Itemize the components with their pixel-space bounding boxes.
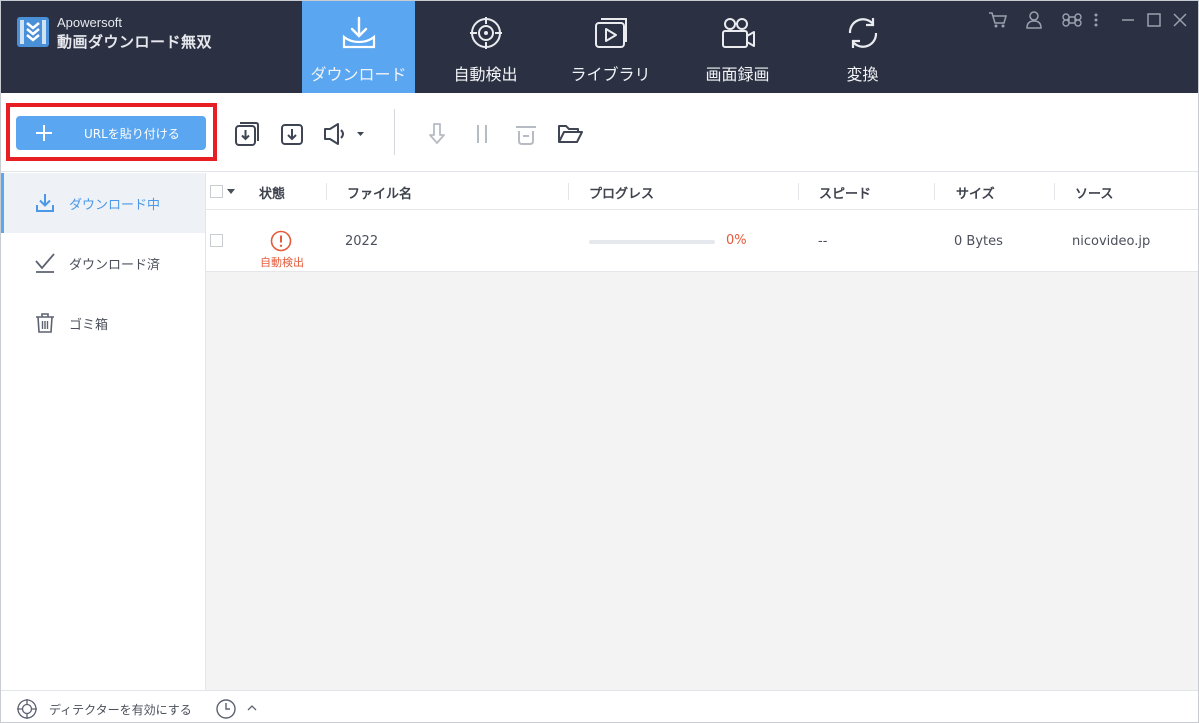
- header-progress[interactable]: プログレス: [589, 183, 654, 202]
- status-bar: ディテクターを有効にする: [1, 690, 1198, 722]
- sidebar-item-trash[interactable]: ゴミ箱: [1, 293, 205, 353]
- library-play-icon: [594, 18, 627, 48]
- resume-icon[interactable]: [423, 120, 451, 148]
- nav-tab-label: 自動検出: [453, 65, 518, 84]
- brand-company: Apowersoft: [57, 15, 123, 30]
- column-divider: [934, 183, 935, 200]
- command-icon: [1062, 13, 1082, 27]
- column-divider: [326, 183, 327, 200]
- source-cell: nicovideo.jp: [1072, 234, 1151, 249]
- nav-tab-download[interactable]: ダウンロード: [302, 1, 415, 93]
- paste-url-label: URLを貼り付ける: [84, 127, 180, 141]
- header-filename[interactable]: ファイル名: [347, 183, 412, 202]
- open-folder-icon[interactable]: [556, 120, 584, 148]
- nav-tab-label: 変換: [846, 65, 879, 84]
- paste-url-button[interactable]: URLを貼り付ける: [16, 116, 206, 150]
- nav-tab-recorder[interactable]: 画面録画: [681, 1, 794, 93]
- header-status[interactable]: 状態: [259, 183, 285, 202]
- target-icon: [469, 17, 502, 49]
- nav-tab-autodetect[interactable]: 自動検出: [429, 1, 542, 93]
- toolbar-separator: [394, 109, 395, 155]
- more-button[interactable]: [1089, 10, 1103, 30]
- downloading-icon: [36, 194, 54, 212]
- column-divider: [798, 183, 799, 200]
- convert-cycle-icon: [848, 18, 877, 48]
- downloaded-check-icon: [35, 253, 55, 273]
- clock-icon[interactable]: [215, 698, 237, 720]
- column-divider: [568, 183, 569, 200]
- sidebar-item-downloaded[interactable]: ダウンロード済: [1, 233, 205, 293]
- size-cell: 0 Bytes: [954, 234, 1003, 249]
- speaker-icon[interactable]: [321, 120, 367, 148]
- sidebar: ダウンロード中 ダウンロード済 ゴミ箱: [1, 173, 206, 690]
- download-list: 状態 ファイル名 プログレス スピード サイズ ソース 自動検出 2022 0%…: [206, 173, 1198, 690]
- account-button[interactable]: [1023, 10, 1045, 30]
- chevron-up-icon[interactable]: [246, 703, 258, 713]
- detector-target-icon[interactable]: [16, 698, 38, 720]
- header-size[interactable]: サイズ: [956, 183, 995, 202]
- brand-product: 動画ダウンロード無双: [57, 33, 213, 51]
- nav-tab-library[interactable]: ライブラリ: [554, 1, 667, 93]
- column-divider: [1054, 183, 1055, 200]
- sidebar-item-label: ゴミ箱: [69, 318, 109, 333]
- warning-icon: [270, 230, 292, 252]
- plus-icon: [36, 125, 52, 141]
- nav-tab-label: ライブラリ: [570, 65, 651, 84]
- table-row[interactable]: 自動検出 2022 0% -- 0 Bytes nicovideo.jp: [206, 210, 1198, 272]
- minimize-icon: [1122, 19, 1134, 21]
- filename-cell: 2022: [345, 234, 379, 249]
- maximize-button[interactable]: [1143, 10, 1165, 30]
- maximize-icon: [1147, 13, 1161, 27]
- chevron-down-icon[interactable]: [227, 189, 235, 195]
- status-text: 自動検出: [260, 256, 304, 269]
- sidebar-item-label: ダウンロード中: [69, 198, 161, 213]
- more-icon: [1094, 13, 1098, 27]
- close-button[interactable]: [1169, 10, 1191, 30]
- app-logo-icon: [17, 17, 49, 47]
- progress-percent: 0%: [726, 233, 747, 248]
- select-all-checkbox[interactable]: [210, 185, 223, 198]
- shortcut-button[interactable]: [1061, 10, 1083, 30]
- trash-icon: [36, 313, 54, 333]
- cart-button[interactable]: [987, 10, 1009, 30]
- sidebar-item-label: ダウンロード済: [69, 258, 161, 273]
- cart-icon: [989, 12, 1007, 28]
- close-icon: [1173, 13, 1187, 27]
- table-header: 状態 ファイル名 プログレス スピード サイズ ソース: [206, 173, 1198, 210]
- progress-bar: [589, 240, 715, 244]
- header-speed[interactable]: スピード: [819, 183, 871, 202]
- header-source[interactable]: ソース: [1075, 183, 1113, 202]
- user-icon: [1026, 11, 1042, 29]
- title-bar: Apowersoft 動画ダウンロード無双 ダウンロード 自動検出 ライブラリ …: [1, 1, 1198, 93]
- speed-cell: --: [818, 234, 828, 249]
- sidebar-item-downloading[interactable]: ダウンロード中: [1, 173, 205, 233]
- row-checkbox[interactable]: [210, 234, 223, 247]
- nav-tab-label: ダウンロード: [310, 65, 407, 84]
- delete-icon[interactable]: [512, 120, 540, 148]
- detector-toggle-label[interactable]: ディテクターを有効にする: [49, 701, 192, 718]
- nav-tab-label: 画面録画: [705, 65, 770, 84]
- app-window: Apowersoft 動画ダウンロード無双 ダウンロード 自動検出 ライブラリ …: [0, 0, 1199, 723]
- toolbar: URLを貼り付ける: [1, 93, 1198, 172]
- pause-icon[interactable]: [468, 120, 496, 148]
- batch-download-icon[interactable]: [233, 120, 261, 148]
- nav-tab-convert[interactable]: 変換: [806, 1, 919, 93]
- download-box-icon[interactable]: [278, 120, 306, 148]
- minimize-button[interactable]: [1117, 10, 1139, 30]
- download-tray-icon: [342, 16, 375, 49]
- video-camera-icon: [721, 18, 755, 48]
